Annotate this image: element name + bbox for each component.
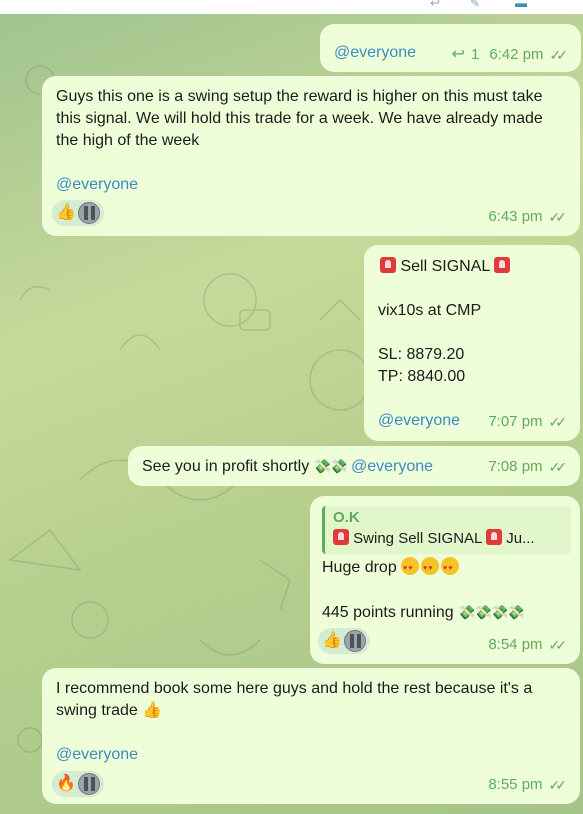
message-meta: 7:07 pm ✓✓ [488, 411, 568, 433]
quote-more: Ju... [506, 530, 535, 547]
money-icon: 💸 [490, 604, 508, 620]
mention-everyone[interactable]: @everyone [351, 458, 433, 475]
heart-eyes-icon [421, 557, 440, 580]
avatar[interactable] [343, 630, 366, 652]
heart-eyes-icon [441, 557, 460, 580]
take-profit: TP: 8840.00 [378, 368, 466, 385]
money-icon: 💸 [474, 604, 492, 620]
reactions[interactable]: 👍 [52, 200, 104, 226]
signal-title-row: Sell SIGNAL [380, 256, 511, 278]
quote-title: Swing Sell SIGNAL [353, 530, 482, 547]
thumbs-up-icon: 👍 [56, 204, 76, 221]
message-text: I recommend book some here guys and hold… [56, 678, 566, 722]
reactions[interactable]: 👍 [318, 628, 370, 654]
quote-text: Swing Sell SIGNAL Ju... [333, 528, 571, 550]
mention-everyone[interactable]: @everyone [334, 42, 416, 64]
message-bubble[interactable]: Guys this one is a swing setup the rewar… [42, 76, 580, 236]
siren-icon [380, 257, 396, 273]
money-icon: 💸 [330, 458, 347, 474]
quote-author: O.K [333, 509, 360, 526]
message-text-content: I recommend book some here guys and hold… [56, 680, 533, 719]
message-meta: 7:08 pm ✓✓ [488, 456, 568, 478]
message-line: Huge drop [322, 557, 461, 580]
message-meta: 8:54 pm ✓✓ [488, 634, 568, 656]
read-check-icon: ✓✓ [548, 209, 568, 225]
edit-icon[interactable]: ✎ [470, 0, 484, 10]
signal-title: Sell SIGNAL [400, 258, 490, 275]
read-check-icon: ✓✓ [548, 777, 568, 793]
reaction-thumbs-up[interactable]: 👍 [52, 200, 104, 226]
avatar[interactable] [77, 202, 100, 224]
fire-icon: 🔥 [56, 775, 76, 792]
reply-arrow-icon[interactable]: ↩ [452, 44, 465, 66]
reaction-thumbs-up[interactable]: 👍 [318, 628, 370, 654]
message-time: 7:07 pm [488, 413, 543, 430]
message-meta: 6:43 pm ✓✓ [488, 206, 568, 228]
message-line: 445 points running 💸💸💸💸 [322, 601, 525, 624]
message-meta: 8:55 pm ✓✓ [488, 774, 568, 796]
message-bubble[interactable]: I recommend book some here guys and hold… [42, 668, 580, 804]
avatar[interactable] [77, 773, 100, 795]
quoted-message[interactable]: O.K Swing Sell SIGNAL Ju... [322, 506, 571, 554]
reactions[interactable]: 🔥 [52, 771, 104, 797]
siren-icon [333, 529, 349, 545]
message-time: 7:08 pm [488, 458, 543, 475]
read-check-icon: ✓✓ [549, 47, 569, 63]
money-icon: 💸 [458, 604, 475, 620]
chat-header-strip: ↩ ✎ ▬ [0, 0, 583, 14]
tab-icon[interactable]: ▬ [515, 0, 529, 10]
signal-symbol: vix10s at CMP [378, 302, 482, 319]
message-text: 445 points running [322, 604, 454, 621]
read-check-icon: ✓✓ [548, 637, 568, 653]
thumbs-up-icon: 👍 [322, 632, 342, 649]
message-text: See you in profit shortly [142, 458, 310, 475]
reaction-fire[interactable]: 🔥 [52, 771, 104, 797]
message-bubble[interactable]: See you in profit shortly 💸💸 @everyone 7… [128, 446, 580, 486]
reply-count[interactable]: 1 [471, 44, 479, 66]
read-check-icon: ✓✓ [548, 414, 568, 430]
message-bubble[interactable]: @everyone ↩ 1 6:42 pm ✓✓ [320, 24, 581, 72]
siren-icon [486, 529, 503, 545]
message-text: Guys this one is a swing setup the rewar… [56, 88, 543, 149]
reply-icon[interactable]: ↩ [430, 0, 444, 10]
thumbs-up-icon: 👍 [142, 702, 163, 719]
message-time: 6:43 pm [488, 208, 543, 225]
message-time: 6:42 pm [489, 46, 544, 63]
heart-eyes-icon [401, 557, 420, 580]
message-text: Huge drop [322, 559, 397, 576]
message-time: 8:54 pm [488, 636, 543, 653]
message-bubble[interactable]: O.K Swing Sell SIGNAL Ju... Huge drop 44… [310, 496, 580, 664]
mention-everyone[interactable]: @everyone [378, 410, 460, 432]
mention-everyone[interactable]: @everyone [56, 174, 138, 196]
money-icon: 💸 [507, 604, 524, 620]
message-bubble[interactable]: Sell SIGNAL vix10s at CMP SL: 8879.20 TP… [364, 245, 580, 441]
message-meta: ↩ 1 6:42 pm ✓✓ [452, 44, 569, 66]
siren-icon [494, 257, 511, 273]
mention-everyone[interactable]: @everyone [56, 744, 138, 766]
message-time: 8:55 pm [488, 776, 543, 793]
read-check-icon: ✓✓ [548, 459, 568, 475]
money-icon: 💸 [313, 458, 331, 474]
message-line: See you in profit shortly 💸💸 @everyone [142, 455, 433, 478]
stop-loss: SL: 8879.20 [378, 346, 465, 363]
